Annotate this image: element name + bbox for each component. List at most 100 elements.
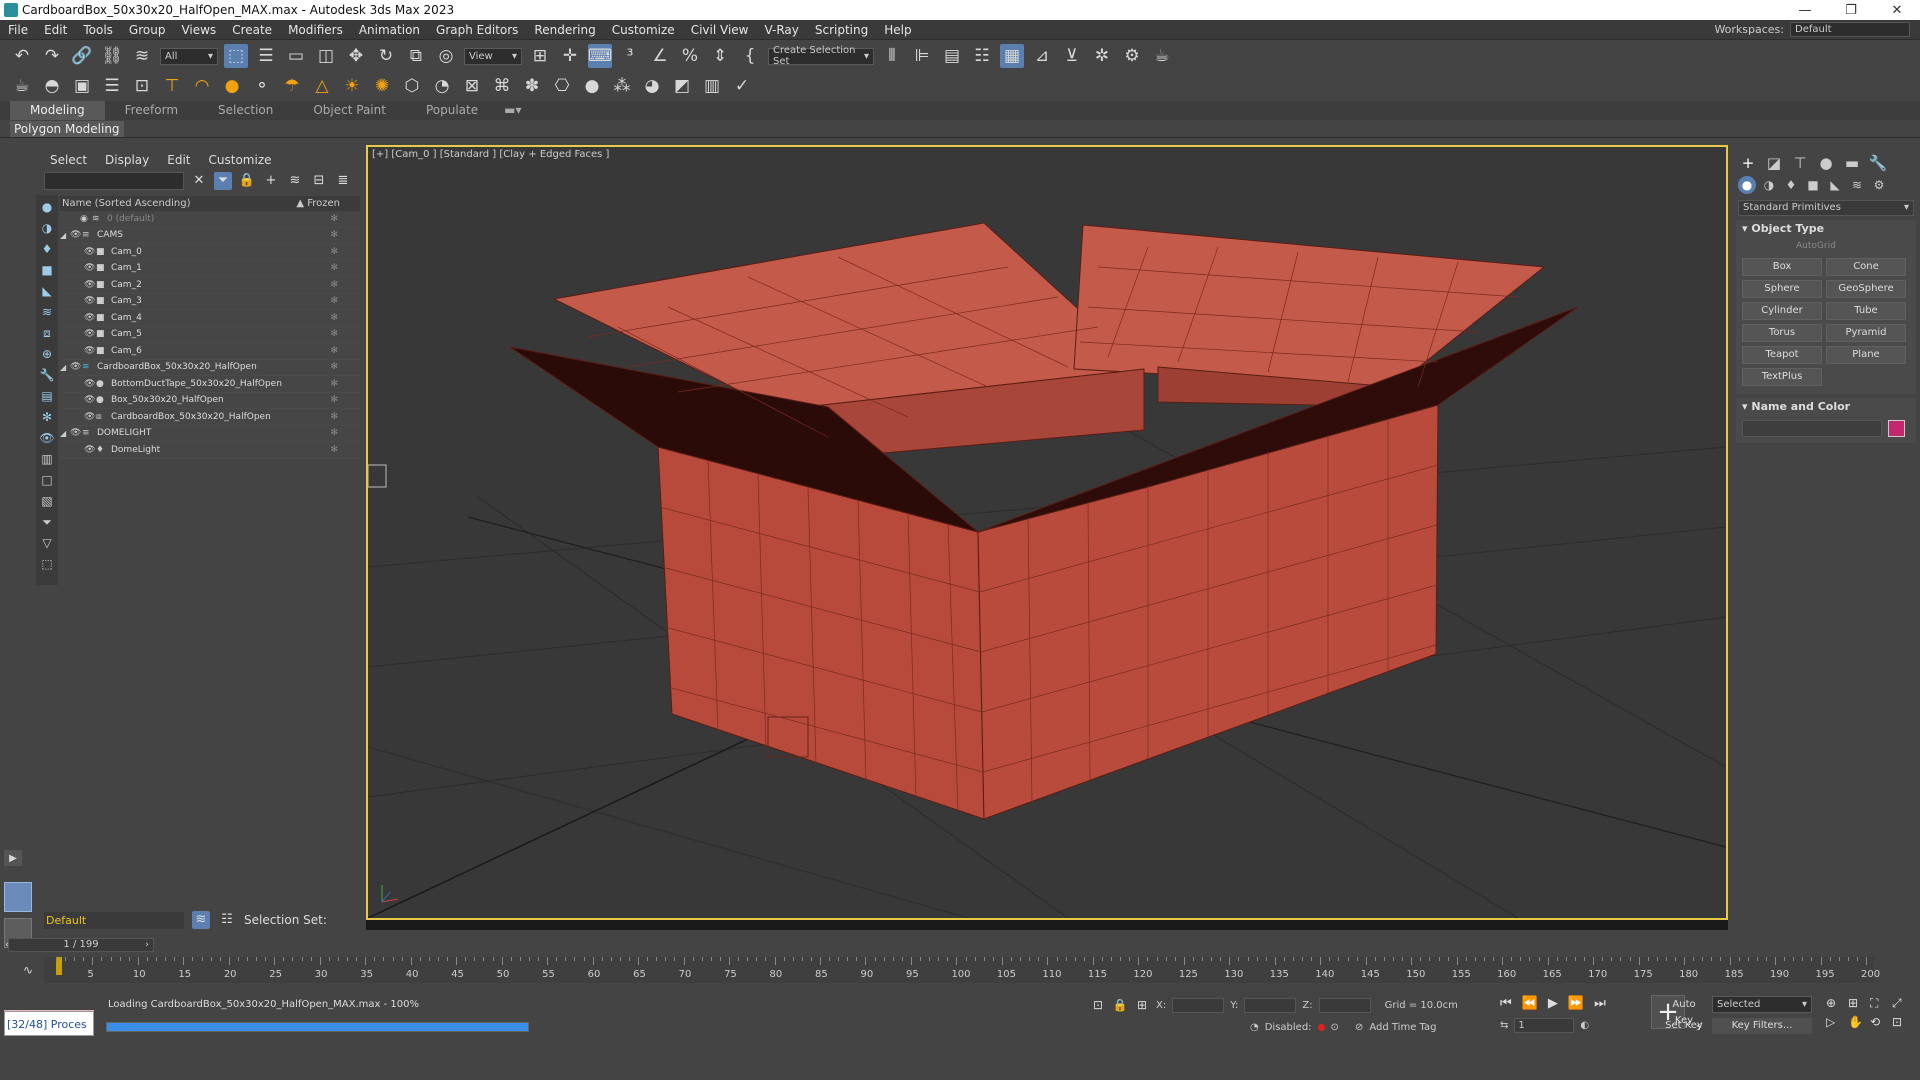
selection-filter-dropdown[interactable]: All ▾ (160, 47, 218, 65)
time-slider[interactable]: 1 / 199 (8, 938, 154, 952)
next-frame-arrow-icon[interactable]: › (140, 938, 154, 952)
orbit-icon[interactable]: ⟲ (1870, 1015, 1888, 1029)
go-to-start-icon[interactable]: ⏮ (1500, 996, 1512, 1011)
curve-editor-icon[interactable]: ⊿ (1030, 44, 1054, 68)
menu-group[interactable]: Group (121, 23, 174, 37)
vray-sun-icon[interactable]: ☀ (340, 74, 364, 98)
vray-check-icon[interactable]: ✓ (730, 74, 754, 98)
explorer-search-input[interactable] (44, 172, 184, 190)
category-dropdown[interactable]: Standard Primitives ▾ (1738, 200, 1914, 216)
zoom-icon[interactable]: ⊕ (1826, 996, 1844, 1011)
key-filters-button[interactable]: Key Filters... (1712, 1018, 1812, 1034)
spacewarps-icon[interactable]: ≋ (1848, 176, 1866, 194)
vray-dome-icon[interactable]: ◠ (190, 74, 214, 98)
snaps-toggle-icon[interactable]: ³ (618, 44, 642, 68)
menu-scripting[interactable]: Scripting (807, 23, 876, 37)
ribbon-options-icon[interactable]: ▬▾ (498, 101, 527, 120)
vray-material-icon[interactable]: ● (580, 74, 604, 98)
eye-icon[interactable]: 👁 (84, 346, 96, 356)
pivot-center-icon[interactable]: ⊞ (528, 44, 552, 68)
play-icon[interactable]: ▶ (1548, 996, 1558, 1011)
window-crossing-icon[interactable]: ◫ (314, 44, 338, 68)
zoom-all-icon[interactable]: ⊞ (1848, 996, 1866, 1011)
tab-populate[interactable]: Populate (406, 101, 498, 120)
vray-sky-icon[interactable]: ✺ (370, 74, 394, 98)
cameras-icon[interactable]: ■ (1804, 176, 1822, 194)
freeze-icon[interactable]: ✻ (330, 296, 338, 306)
scale-icon[interactable]: ⧉ (404, 44, 428, 68)
eye-icon[interactable]: 👁 (84, 313, 96, 323)
cone-button[interactable]: Cone (1826, 258, 1906, 276)
zoom-extents-icon[interactable]: ⛶ (1870, 996, 1888, 1011)
display-none-icon[interactable]: □ (38, 471, 56, 489)
eye-icon[interactable]: 👁 (70, 362, 82, 372)
lock-icon[interactable]: 🔒 (238, 172, 256, 190)
tree-row[interactable]: 👁 ■ Cam_5 ✻ (60, 326, 360, 343)
eye-icon[interactable]: 👁 (84, 263, 96, 273)
display-lights-icon[interactable]: ♦ (38, 240, 56, 258)
auto-key-button[interactable]: Auto Key (1662, 997, 1706, 1026)
menu-views[interactable]: Views (173, 23, 224, 37)
vray-fur-icon[interactable]: ◔ (430, 74, 454, 98)
freeze-icon[interactable]: ✻ (330, 346, 338, 356)
vray-ies-icon[interactable]: ⚬ (250, 74, 274, 98)
explorer-menu-customize[interactable]: Customize (209, 153, 272, 167)
display-groups-icon[interactable]: ⧈ (38, 324, 56, 342)
toggle-scene-explorer-icon[interactable]: ▤ (940, 44, 964, 68)
select-by-name-icon[interactable]: ☰ (254, 44, 278, 68)
tree-row[interactable]: 👁 ■ Cam_1 ✻ (60, 260, 360, 277)
selection-set-icon[interactable]: ☷ (218, 911, 236, 929)
freeze-icon[interactable]: ✻ (330, 263, 338, 273)
tree-row[interactable]: 👁 ■ Cam_2 ✻ (60, 277, 360, 294)
add-layer-icon[interactable]: + (262, 172, 280, 190)
eye-icon[interactable]: 👁 (84, 445, 96, 455)
frozen-column-header[interactable]: ▲ Frozen (296, 198, 340, 209)
tree-row[interactable]: 👁 ■ Cam_0 ✻ (60, 244, 360, 261)
layer-stack-icon[interactable]: ≣ (334, 172, 352, 190)
motion-tab-icon[interactable]: ● (1816, 154, 1836, 172)
plane-button[interactable]: Plane (1826, 346, 1906, 364)
display-invert-icon[interactable]: ▧ (38, 492, 56, 510)
vray-vfb-icon[interactable]: ◕ (640, 74, 664, 98)
undo-icon[interactable]: ↶ (10, 44, 34, 68)
tree-row[interactable]: 👁 ■ Cam_3 ✻ (60, 293, 360, 310)
rectangular-region-icon[interactable]: ▭ (284, 44, 308, 68)
modify-tab-icon[interactable]: ◪ (1764, 154, 1784, 172)
ref-coord-dropdown[interactable]: View ▾ (464, 47, 522, 65)
rotate-icon[interactable]: ↻ (374, 44, 398, 68)
freeze-icon[interactable]: ✻ (330, 247, 338, 257)
tree-row[interactable]: ◢ 👁 ≡ CAMS ✻ (60, 227, 360, 244)
material-editor-icon[interactable]: ✲ (1090, 44, 1114, 68)
curve-editor-toggle-icon[interactable]: ∿ (16, 958, 40, 982)
go-to-end-icon[interactable]: ⏭ (1594, 996, 1606, 1011)
timeline-track[interactable]: 5 10 15 20 25 30 35 40 45 50 55 60 65 70 75 80 85 90 95 100… (44, 957, 1880, 983)
vray-scene-converter-icon[interactable]: ▥ (700, 74, 724, 98)
percent-snap-icon[interactable]: % (678, 44, 702, 68)
freeze-icon[interactable]: ✻ (330, 395, 338, 405)
tab-freeform[interactable]: Freeform (105, 101, 198, 120)
vray-spot-icon[interactable]: ☂ (280, 74, 304, 98)
lock-selection-icon[interactable]: 🔒 (1112, 997, 1128, 1013)
display-all-icon[interactable]: ▥ (38, 450, 56, 468)
explorer-menu-select[interactable]: Select (50, 153, 87, 167)
zoom-extents-all-icon[interactable]: ⤢ (1892, 996, 1910, 1011)
menu-graph-editors[interactable]: Graph Editors (428, 23, 526, 37)
freeze-icon[interactable]: ✻ (330, 313, 338, 323)
filter-icon[interactable]: ⏷ (214, 172, 232, 190)
render-icon[interactable]: ◓ (40, 74, 64, 98)
teapot-button[interactable]: Teapot (1742, 346, 1822, 364)
freeze-icon[interactable]: ✻ (330, 379, 338, 389)
key-mode-icon[interactable]: ⇆ (1500, 1020, 1508, 1031)
vray-multi-material-icon[interactable]: ⁂ (610, 74, 634, 98)
vray-ambient-icon[interactable]: △ (310, 74, 334, 98)
teapot-icon[interactable]: ☕ (10, 74, 34, 98)
helpers-icon[interactable]: ◣ (1826, 176, 1844, 194)
vray-sphere-light-icon[interactable]: ● (220, 74, 244, 98)
pan-icon[interactable]: ✋ (1848, 1015, 1866, 1029)
object-type-header[interactable]: ▾ Object Type (1736, 220, 1916, 238)
tree-row[interactable]: 👁 ♦ DomeLight ✻ (60, 442, 360, 459)
toggle-ribbon-icon[interactable]: ▦ (1000, 44, 1024, 68)
menu-help[interactable]: Help (876, 23, 919, 37)
vray-proxy-icon[interactable]: ⬡ (400, 74, 424, 98)
geosphere-button[interactable]: GeoSphere (1826, 280, 1906, 298)
